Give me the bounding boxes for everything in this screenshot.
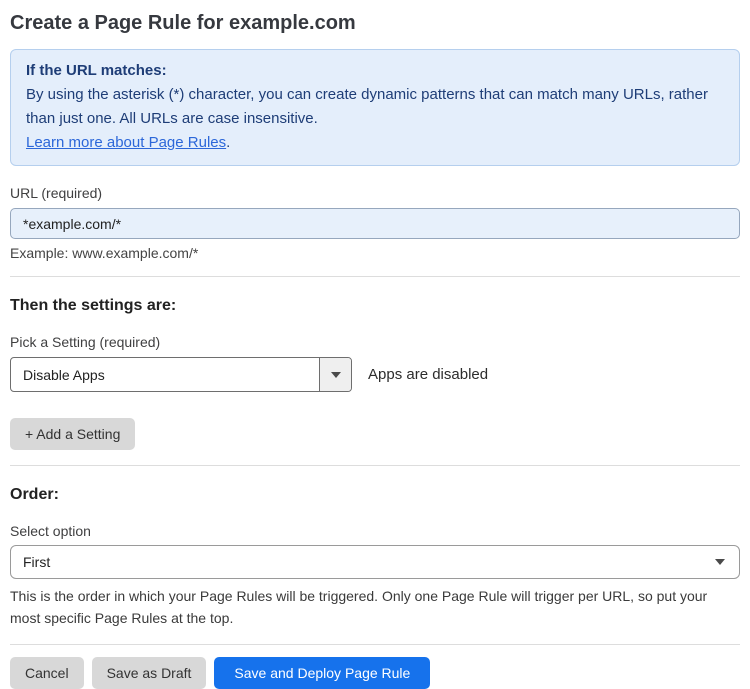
divider <box>10 465 740 466</box>
order-section-heading: Order: <box>10 486 59 503</box>
url-field-label: URL (required) <box>10 185 103 201</box>
footer-actions: Cancel Save as Draft Save and Deploy Pag… <box>10 657 740 689</box>
cancel-button[interactable]: Cancel <box>10 657 84 689</box>
add-setting-button[interactable]: + Add a Setting <box>10 418 136 450</box>
link-suffix: . <box>226 134 231 151</box>
save-and-deploy-button[interactable]: Save and Deploy Page Rule <box>214 657 431 689</box>
setting-dropdown[interactable]: Disable Apps <box>10 357 352 392</box>
caret-down-icon <box>715 559 725 565</box>
caret-down-icon <box>330 371 341 378</box>
divider <box>10 276 740 277</box>
setting-dropdown-value[interactable]: Disable Apps <box>11 358 319 391</box>
url-input[interactable] <box>10 208 740 239</box>
settings-section-heading: Then the settings are: <box>10 297 177 314</box>
page-title: Create a Page Rule for example.com <box>10 12 356 34</box>
setting-dropdown-arrow-button[interactable] <box>319 358 351 391</box>
setting-row: Disable Apps Apps are disabled <box>10 357 740 392</box>
create-page-rule-dialog: Create a Page Rule for example.com If th… <box>0 0 750 689</box>
order-select-value: First <box>23 554 51 570</box>
url-match-info-box: If the URL matches: By using the asteris… <box>10 49 740 166</box>
info-box-body: By using the asterisk (*) character, you… <box>26 86 708 127</box>
order-helper-text: This is the order in which your Page Rul… <box>10 588 708 626</box>
save-as-draft-button[interactable]: Save as Draft <box>91 657 207 689</box>
url-example-helper: Example: www.example.com/* <box>10 245 199 261</box>
pick-setting-label: Pick a Setting (required) <box>10 334 161 350</box>
info-box-link-line: Learn more about Page Rules. <box>26 131 724 155</box>
learn-more-link[interactable]: Learn more about Page Rules <box>26 134 226 151</box>
divider <box>10 644 740 645</box>
order-select[interactable]: First <box>10 545 740 579</box>
info-box-heading: If the URL matches: <box>26 62 167 79</box>
order-select-label: Select option <box>10 523 91 539</box>
setting-status-text: Apps are disabled <box>368 366 489 383</box>
